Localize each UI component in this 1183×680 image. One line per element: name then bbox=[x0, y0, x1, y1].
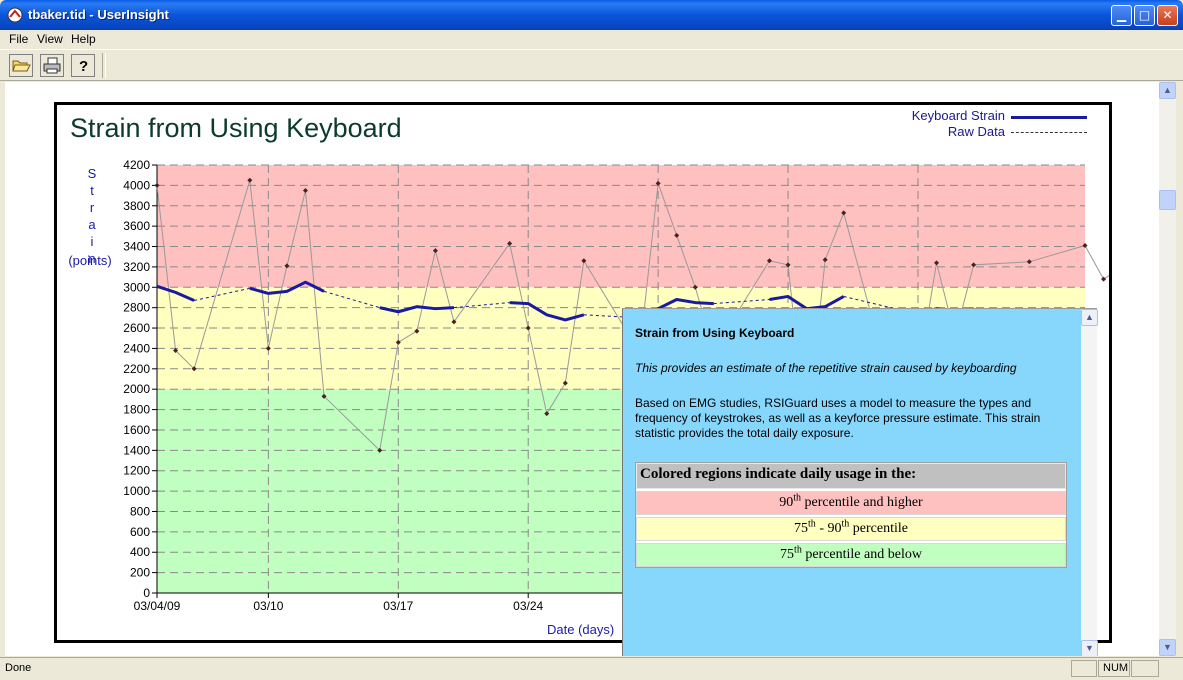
svg-text:?: ? bbox=[79, 58, 88, 75]
y-tick-label: 200 bbox=[130, 566, 150, 580]
menu-file[interactable]: File bbox=[9, 32, 28, 46]
status-num-indicator: NUM bbox=[1098, 660, 1130, 677]
y-tick-label: 2600 bbox=[123, 321, 150, 335]
info-subtitle: This provides an estimate of the repetit… bbox=[635, 361, 1017, 375]
info-body: Based on EMG studies, RSIGuard uses a mo… bbox=[635, 396, 1041, 440]
minimize-icon: ▁ bbox=[1116, 8, 1127, 22]
y-tick-label: 3200 bbox=[123, 260, 150, 274]
y-tick-label: 2200 bbox=[123, 362, 150, 376]
y-tick-label: 400 bbox=[130, 545, 150, 559]
close-icon: ✕ bbox=[1162, 8, 1173, 22]
y-tick-label: 3400 bbox=[123, 240, 150, 254]
y-tick-label: 2800 bbox=[123, 301, 150, 315]
y-tick-label: 4000 bbox=[123, 178, 150, 192]
region-row-low: 75th percentile and below bbox=[636, 543, 1066, 567]
y-tick-label: 800 bbox=[130, 504, 150, 518]
toolbar: ? bbox=[0, 49, 1183, 81]
info-scroll-down[interactable]: ▼ bbox=[1081, 640, 1098, 656]
x-tick-label: 03/17 bbox=[383, 599, 413, 613]
chevron-down-icon: ▼ bbox=[1163, 642, 1172, 652]
y-tick-label: 1800 bbox=[123, 403, 150, 417]
menu-bar: File View Help bbox=[0, 30, 1183, 49]
y-tick-label: 0 bbox=[143, 586, 150, 600]
y-tick-label: 4200 bbox=[123, 158, 150, 172]
open-folder-icon bbox=[12, 60, 31, 72]
report-view: Strain from Using Keyboard Strain (point… bbox=[5, 82, 1159, 656]
y-tick-label: 2000 bbox=[123, 382, 150, 396]
y-tick-label: 1000 bbox=[123, 484, 150, 498]
status-pane-scrl bbox=[1131, 660, 1159, 677]
print-button[interactable] bbox=[40, 54, 64, 77]
menu-view[interactable]: View bbox=[37, 32, 63, 46]
y-tick-label: 600 bbox=[130, 525, 150, 539]
status-text: Done bbox=[5, 662, 32, 674]
window-title: tbaker.tid - UserInsight bbox=[28, 7, 169, 22]
scroll-up-button[interactable]: ▲ bbox=[1159, 82, 1176, 99]
y-tick-label: 1400 bbox=[123, 443, 150, 457]
help-question-icon: ? bbox=[79, 58, 88, 75]
chevron-up-icon: ▲ bbox=[1085, 312, 1094, 322]
toolbar-separator bbox=[102, 53, 106, 78]
y-tick-label: 1600 bbox=[123, 423, 150, 437]
minimize-button[interactable]: ▁ bbox=[1111, 5, 1132, 26]
info-title: Strain from Using Keyboard bbox=[635, 326, 795, 340]
printer-icon bbox=[43, 57, 61, 74]
y-tick-label: 2400 bbox=[123, 341, 150, 355]
scroll-thumb[interactable] bbox=[1159, 190, 1176, 210]
raw-data-point bbox=[1101, 276, 1107, 282]
region-row-mid: 75th - 90th percentile bbox=[636, 517, 1066, 541]
region-legend-table: Colored regions indicate daily usage in … bbox=[635, 462, 1067, 568]
chevron-down-icon: ▼ bbox=[1085, 643, 1094, 653]
info-scroll-up[interactable]: ▲ bbox=[1081, 309, 1098, 326]
x-tick-label: 03/04/09 bbox=[134, 599, 181, 613]
region-table-header: Colored regions indicate daily usage in … bbox=[636, 463, 1066, 489]
title-bar: tbaker.tid - UserInsight ▁ □ ✕ bbox=[0, 0, 1183, 30]
status-bar: Done NUM bbox=[0, 657, 1183, 680]
close-button[interactable]: ✕ bbox=[1157, 5, 1178, 26]
x-tick-label: 03/24 bbox=[513, 599, 543, 613]
x-tick-label: 03/10 bbox=[253, 599, 283, 613]
info-panel: Strain from Using Keyboard This provides… bbox=[622, 308, 1098, 656]
y-tick-label: 3000 bbox=[123, 280, 150, 294]
x-axis-label: Date (days) bbox=[547, 622, 615, 637]
status-pane-empty bbox=[1071, 660, 1097, 677]
chevron-up-icon: ▲ bbox=[1163, 85, 1172, 95]
y-tick-label: 1200 bbox=[123, 464, 150, 478]
y-tick-label: 3800 bbox=[123, 199, 150, 213]
maximize-icon: □ bbox=[1138, 8, 1151, 22]
main-vertical-scrollbar[interactable]: ▲ ▼ bbox=[1159, 82, 1176, 656]
menu-help[interactable]: Help bbox=[71, 32, 96, 46]
maximize-button[interactable]: □ bbox=[1134, 5, 1155, 26]
y-tick-label: 3600 bbox=[123, 219, 150, 233]
scroll-down-button[interactable]: ▼ bbox=[1159, 639, 1176, 656]
help-button[interactable]: ? bbox=[71, 54, 95, 77]
info-panel-scrollbar[interactable]: ▲ ▼ bbox=[1081, 309, 1098, 656]
open-button[interactable] bbox=[9, 54, 33, 77]
app-icon bbox=[7, 7, 23, 23]
region-row-high: 90th percentile and higher bbox=[636, 491, 1066, 515]
